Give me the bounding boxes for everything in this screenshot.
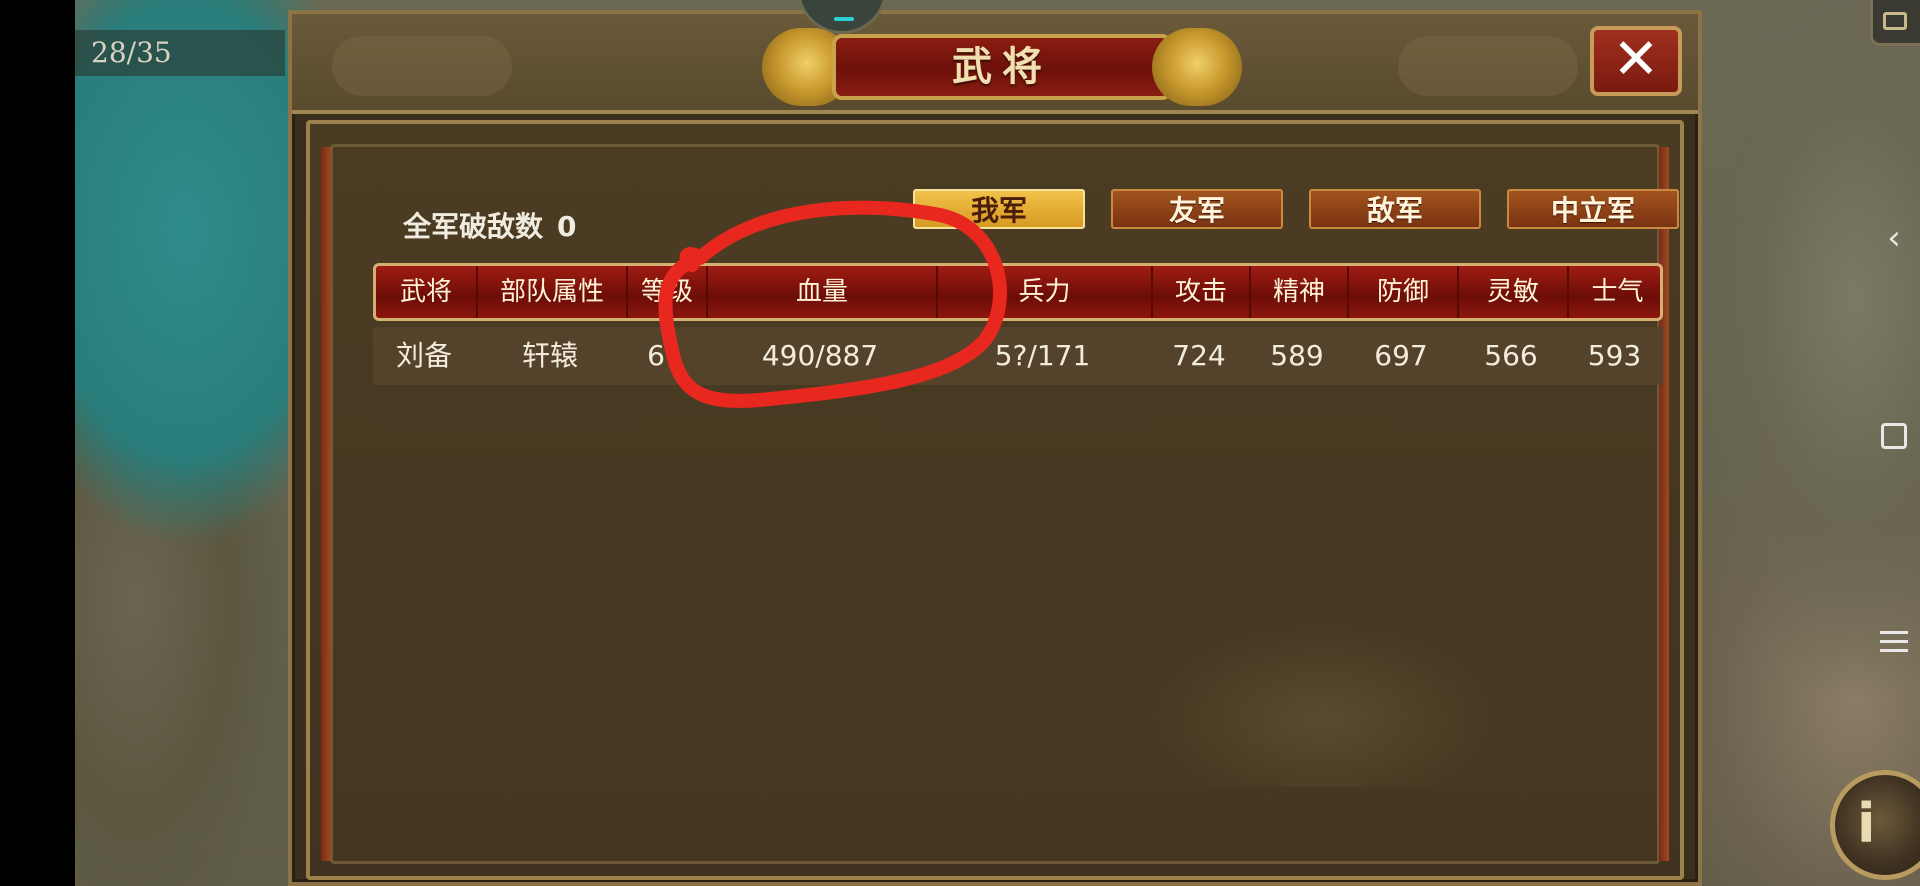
- dialog-body: 全军破敌数 0 我军 友军 敌军 中立军 武将 部队属性 等级 血量 兵力 攻击 …: [306, 120, 1684, 880]
- cell-defense: 697: [1374, 339, 1428, 372]
- content-frame: 全军破敌数 0 我军 友军 敌军 中立军 武将 部队属性 等级 血量 兵力 攻击 …: [321, 144, 1679, 864]
- menu-icon[interactable]: [1874, 625, 1914, 658]
- cloud-ornament: [1398, 36, 1578, 96]
- tab-allied-army[interactable]: 友军: [1111, 189, 1283, 229]
- cell-morale: 593: [1587, 339, 1642, 372]
- dialog-header: 武将 ✕: [292, 0, 1698, 114]
- tab-enemy-army[interactable]: 敌军: [1309, 189, 1481, 229]
- column-header-agility[interactable]: 灵敏: [1459, 266, 1569, 318]
- dialog-title: 武将: [952, 43, 1052, 90]
- title-plate: 武将: [762, 28, 1242, 106]
- tab-neutral-army[interactable]: 中立军: [1507, 189, 1679, 229]
- home-icon[interactable]: [1874, 422, 1914, 457]
- cell-spirit: 589: [1270, 339, 1324, 372]
- total-kills-label: 全军破敌数: [403, 210, 544, 243]
- progress-counter: 28/35: [75, 30, 285, 76]
- column-header-morale[interactable]: 士气: [1569, 266, 1666, 318]
- cloud-ornament: [332, 36, 512, 96]
- system-navigation: ‹: [1870, 0, 1920, 886]
- cell-level: 61: [647, 339, 683, 372]
- generals-dialog: 武将 ✕ 全军破敌数 0 我军 友军 敌军 中立军 武将 部队属性 等级 血量 …: [288, 0, 1702, 886]
- side-rail: [321, 147, 331, 861]
- column-header-level[interactable]: 等级: [628, 266, 708, 318]
- column-header-spirit[interactable]: 精神: [1251, 266, 1349, 318]
- background-pavilion-watermark: [1133, 617, 1513, 787]
- table-row[interactable]: 刘备 轩辕 61 490/887 5?/171 724 589 697 566 …: [373, 327, 1663, 385]
- column-header-defense[interactable]: 防御: [1349, 266, 1459, 318]
- total-kills: 全军破敌数 0: [403, 205, 577, 245]
- faction-tabs: 我军 友军 敌军 中立军: [913, 189, 1679, 233]
- side-rail: [1659, 147, 1669, 861]
- generals-table: 武将 部队属性 等级 血量 兵力 攻击 精神 防御 灵敏 士气 刘备 轩辕 61…: [373, 263, 1663, 385]
- column-header-troop-type[interactable]: 部队属性: [478, 266, 628, 318]
- close-icon: ✕: [1612, 27, 1660, 92]
- table-header: 武将 部队属性 等级 血量 兵力 攻击 精神 防御 灵敏 士气: [373, 263, 1663, 321]
- left-black-bar: [0, 0, 75, 886]
- cell-troop-type: 轩辕: [521, 339, 578, 372]
- total-kills-value: 0: [557, 210, 577, 243]
- cell-hp: 490/887: [761, 339, 879, 372]
- window-corner-icon[interactable]: [1870, 0, 1920, 46]
- close-button[interactable]: ✕: [1590, 26, 1682, 96]
- column-header-troops[interactable]: 兵力: [938, 266, 1153, 318]
- cell-general: 刘备: [395, 339, 452, 372]
- cell-agility: 566: [1484, 339, 1538, 372]
- back-icon[interactable]: ‹: [1874, 218, 1914, 258]
- cell-troops: 5?/171: [994, 339, 1091, 372]
- cell-attack: 724: [1172, 339, 1226, 372]
- column-header-general[interactable]: 武将: [376, 266, 478, 318]
- column-header-attack[interactable]: 攻击: [1153, 266, 1251, 318]
- tab-our-army[interactable]: 我军: [913, 189, 1085, 229]
- column-header-hp[interactable]: 血量: [708, 266, 938, 318]
